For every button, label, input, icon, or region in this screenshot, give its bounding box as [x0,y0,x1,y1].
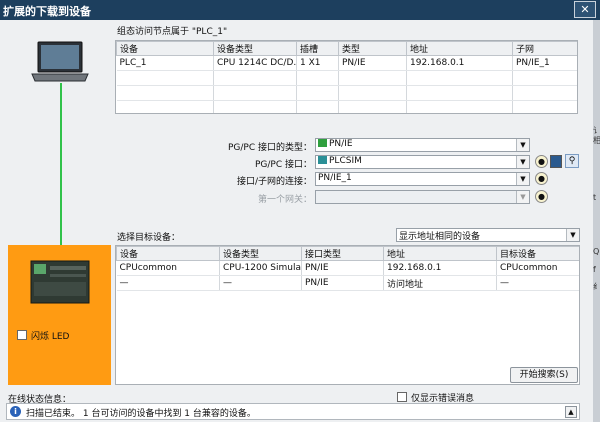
only-errors-checkbox[interactable] [397,392,407,402]
chevron-down-icon[interactable]: ▼ [516,191,529,203]
subnet-connection-select[interactable]: PN/IE_1 ▼ [315,172,530,186]
pgpc-interface-type-value: PN/IE [329,139,353,149]
cell-device: — [116,275,220,291]
first-gateway-select[interactable]: ▼ [315,190,530,204]
table-row[interactable]: CPUcommon CPU-1200 Simula... PN/IE 192.1… [116,260,579,276]
cell-device-type: CPU 1214C DC/D... [213,55,297,71]
search-icon[interactable]: ⚲ [565,154,579,168]
cell-device-type: — [219,275,302,291]
target-devices-table: 设备 设备类型 接口类型 地址 目标设备 CPUcommon CPU-1200 … [115,245,580,385]
info-icon: i [10,406,21,417]
cell-interface-type: PN/IE [301,275,384,291]
chevron-down-icon[interactable]: ▼ [516,173,529,185]
edge-glyph: t [593,193,597,202]
flash-led-label: 闪烁 LED [31,332,70,342]
cell-interface-type: PN/IE [301,260,384,276]
chevron-down-icon[interactable]: ▼ [516,139,529,151]
dialog-body: 闪烁 LED 组态访问节点属于 "PLC_1" 设备 设备类型 插槽 类型 地址… [0,20,593,422]
target-filter-select[interactable]: 显示地址相同的设备 ▼ [396,228,580,242]
edge-glyph: 纟 [593,282,600,291]
status-message-bar: i 扫描已结束。 1 台可访问的设备中找到 1 台兼容的设备。 [6,403,580,420]
pg-laptop-icon [31,41,89,82]
chevron-down-icon[interactable]: ▼ [516,156,529,168]
accessible-nodes-caption: 组态访问节点属于 "PLC_1" [117,27,228,37]
col-header-device-type[interactable]: 设备类型 [213,41,297,56]
pgpc-interface-type-label: PG/PC 接口的类型： [227,143,312,153]
pnie-icon [318,139,327,147]
network-link-line [60,83,62,245]
cell-slot: 1 X1 [296,55,339,71]
cell-device: PLC_1 [116,55,214,71]
start-search-button[interactable]: 开始搜索(S) [510,367,578,383]
pgpc-interface-select[interactable]: PLCSIM ▼ [315,155,530,169]
status-indicator-icon: ● [535,190,548,203]
title-bar: 扩展的下载到设备 ✕ [0,0,600,20]
accessible-nodes-table: 设备 设备类型 插槽 类型 地址 子网 PLC_1 CPU 1214C DC/D… [115,40,578,114]
first-gateway-label: 第一个网关： [257,195,312,205]
col-header-device[interactable]: 设备 [116,246,220,261]
status-indicator-icon: ● [535,172,548,185]
plcsim-icon [318,156,327,164]
table-row[interactable]: — — PN/IE 访问地址 — [116,275,579,291]
subnet-connection-label: 接口/子网的连接： [236,177,312,187]
cell-subnet: PN/IE_1 [512,55,577,71]
properties-icon[interactable] [550,155,562,168]
target-filter-value: 显示地址相同的设备 [399,232,481,242]
col-header-device-type[interactable]: 设备类型 [219,246,302,261]
cell-address: 访问地址 [383,275,497,291]
flash-led-checkbox[interactable] [17,330,27,340]
scroll-up-button[interactable]: ▲ [565,406,577,418]
cell-target-device: — [496,275,579,291]
cell-address: 192.168.0.1 [406,55,513,71]
col-header-target-device[interactable]: 目标设备 [496,246,579,261]
table-row[interactable]: PLC_1 CPU 1214C DC/D... 1 X1 PN/IE 192.1… [116,55,577,71]
edge-glyph: f [593,265,596,274]
col-header-subnet[interactable]: 子网 [512,41,577,56]
cell-type: PN/IE [338,55,407,71]
col-header-type[interactable]: 类型 [338,41,407,56]
status-indicator-icon: ● [535,155,548,168]
target-device-label: 选择目标设备： [117,233,181,243]
background-panel-strip: 讠 相 t Q f 纟 [593,20,600,422]
col-header-slot[interactable]: 插槽 [296,41,339,56]
col-header-device[interactable]: 设备 [116,41,214,56]
window-title: 扩展的下载到设备 [3,5,91,18]
col-header-address[interactable]: 地址 [406,41,513,56]
subnet-connection-value: PN/IE_1 [318,173,352,183]
pgpc-interface-label: PG/PC 接口： [254,160,312,170]
cell-device-type: CPU-1200 Simula... [219,260,302,276]
col-header-interface-type[interactable]: 接口类型 [301,246,384,261]
cell-device: CPUcommon [116,260,220,276]
cell-target-device: CPUcommon [496,260,579,276]
plc-device-icon [30,260,90,304]
close-button[interactable]: ✕ [574,1,596,18]
pgpc-interface-value: PLCSIM [329,156,362,166]
edge-glyph: 相 [593,136,600,145]
edge-glyph: Q [593,247,600,256]
status-message: 扫描已结束。 1 台可访问的设备中找到 1 台兼容的设备。 [26,409,256,419]
pgpc-interface-type-select[interactable]: PN/IE ▼ [315,138,530,152]
chevron-down-icon[interactable]: ▼ [566,229,579,241]
col-header-address[interactable]: 地址 [383,246,497,261]
cell-address: 192.168.0.1 [383,260,497,276]
